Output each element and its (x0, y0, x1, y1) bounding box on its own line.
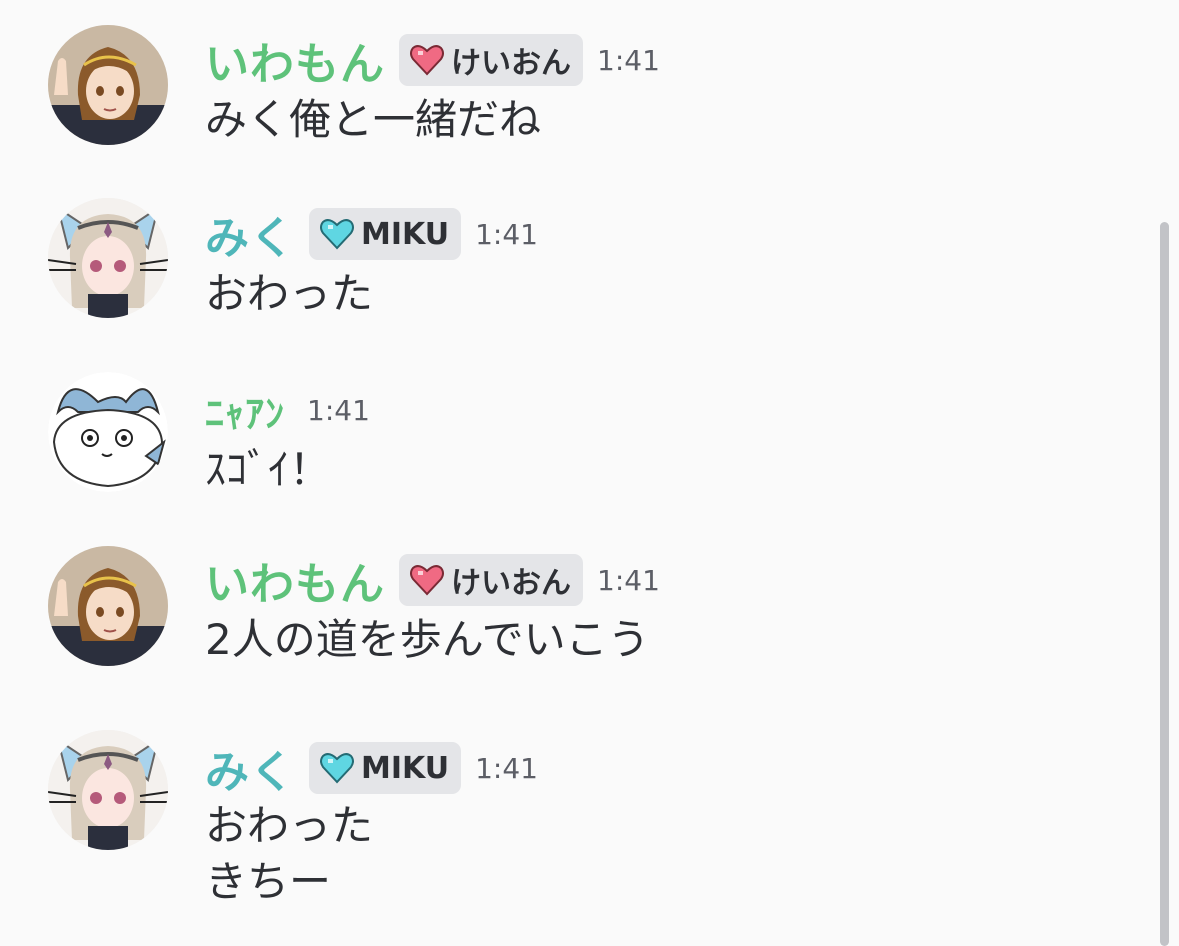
message-text: みく俺と一緒だね (205, 92, 541, 148)
cat-ear-anime-avatar[interactable] (48, 198, 168, 318)
role-tag[interactable]: けいおん (399, 34, 583, 86)
message-header: いわもん けいおん 1:41 (205, 30, 660, 90)
username[interactable]: みく (205, 202, 295, 266)
timestamp: 1:41 (475, 751, 538, 785)
message-header: ﾆｬｱﾝ 1:41 (205, 380, 370, 440)
username[interactable]: ﾆｬｱﾝ (205, 383, 285, 438)
timestamp: 1:41 (597, 43, 660, 77)
role-tag[interactable]: けいおん (399, 554, 583, 606)
cat-ear-anime-avatar[interactable] (48, 730, 168, 850)
blue-heart-icon (319, 750, 355, 786)
message-line: おわった (205, 269, 374, 318)
message-line: 2人の道を歩んでいこう (205, 615, 650, 664)
role-tag-label: けいおん (451, 46, 571, 81)
message-line: みく俺と一緒だね (205, 95, 542, 144)
role-tag-label: MIKU (361, 216, 450, 252)
message-text: おわった きちー (205, 798, 373, 910)
timestamp: 1:41 (597, 563, 660, 597)
message-header: みく MIKU 1:41 (205, 738, 538, 798)
message-text: おわった (205, 266, 373, 322)
username[interactable]: みく (205, 736, 295, 800)
timestamp: 1:41 (307, 393, 370, 427)
message-line: きちー (205, 857, 332, 906)
timestamp: 1:41 (475, 217, 538, 251)
role-tag[interactable]: MIKU (309, 742, 462, 794)
username[interactable]: いわもん (205, 548, 385, 612)
username[interactable]: いわもん (205, 28, 385, 92)
message-line: おわった (205, 801, 374, 850)
role-tag-label: MIKU (361, 750, 450, 786)
message-header: みく MIKU 1:41 (205, 204, 538, 264)
message-line: ｽｺﾞｲ！ (205, 445, 332, 494)
pink-heart-icon (409, 562, 445, 598)
message-header: いわもん けいおん 1:41 (205, 550, 660, 610)
brown-hair-anime-avatar[interactable] (48, 546, 168, 666)
pink-heart-icon (409, 42, 445, 78)
role-tag-label: けいおん (451, 566, 571, 601)
blue-heart-icon (319, 216, 355, 252)
role-tag[interactable]: MIKU (309, 208, 462, 260)
scrollbar-thumb[interactable] (1160, 222, 1169, 946)
chat-message-list: いわもん けいおん 1:41 みく俺と一緒だね みく MIKU 1:41 おわっ… (0, 0, 1160, 946)
message-text: ｽｺﾞｲ！ (205, 442, 331, 498)
message-text: 2人の道を歩んでいこう (205, 612, 650, 668)
brown-hair-anime-avatar[interactable] (48, 25, 168, 145)
white-cat-avatar[interactable] (48, 372, 168, 492)
